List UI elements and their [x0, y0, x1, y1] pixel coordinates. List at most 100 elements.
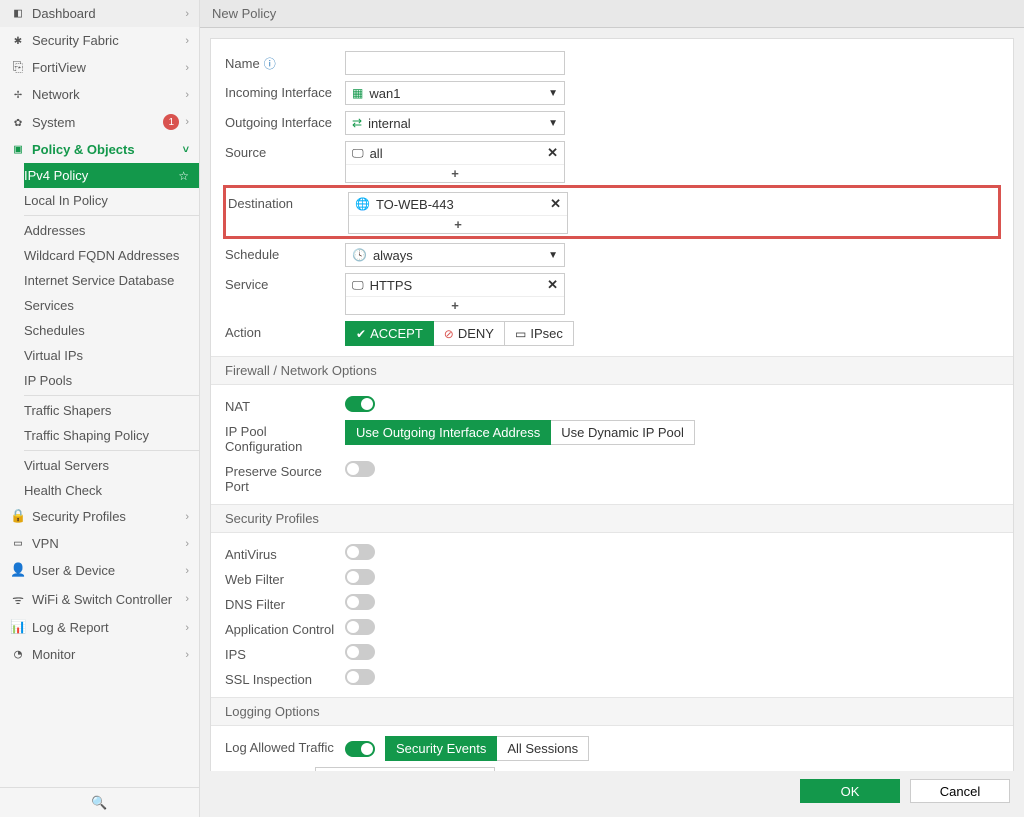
- sidebar-sub-vip[interactable]: Virtual IPs: [24, 343, 199, 368]
- ips-label: IPS: [225, 643, 345, 662]
- fortiview-icon: ⎘: [10, 60, 26, 75]
- dnsfilter-toggle[interactable]: [345, 594, 375, 610]
- globe-icon: 🌐: [355, 197, 370, 211]
- lock-icon: 🔒: [10, 509, 26, 524]
- footer: OK Cancel: [200, 771, 1024, 817]
- ips-toggle[interactable]: [345, 644, 375, 660]
- add-service-button[interactable]: +: [346, 296, 564, 314]
- monitor-icon: ◔: [10, 647, 26, 662]
- chevron-right-icon: ›: [185, 538, 189, 550]
- check-icon: ✔: [356, 327, 366, 341]
- source-multiselect[interactable]: 🖵all✕+: [345, 141, 565, 183]
- sidebar-sub-local-in[interactable]: Local In Policy: [24, 188, 199, 213]
- chevron-right-icon: ›: [185, 62, 189, 74]
- action-label: Action: [225, 321, 345, 340]
- remove-icon[interactable]: ✕: [547, 145, 558, 161]
- interface-icon: ⇄: [352, 116, 362, 130]
- sidebar-item-system[interactable]: ✿System1›: [0, 108, 199, 136]
- antivirus-toggle[interactable]: [345, 544, 375, 560]
- sidebar-sub-services[interactable]: Services: [24, 293, 199, 318]
- search-icon: 🔍: [91, 795, 107, 810]
- preserve-port-toggle[interactable]: [345, 461, 375, 477]
- cancel-button[interactable]: Cancel: [910, 779, 1010, 803]
- chevron-down-icon: ˅: [183, 144, 189, 156]
- ssl-label: SSL Inspection: [225, 668, 345, 687]
- info-icon[interactable]: ⓘ: [264, 57, 276, 71]
- sidebar-search[interactable]: 🔍: [0, 787, 199, 817]
- sidebar-sub-schedules[interactable]: Schedules: [24, 318, 199, 343]
- vpn-icon: ▭: [10, 536, 26, 551]
- section-profiles: Security Profiles: [211, 504, 1013, 533]
- incoming-interface-select[interactable]: ▦wan1▼: [345, 81, 565, 105]
- outgoing-label: Outgoing Interface: [225, 111, 345, 130]
- sidebar-item-network[interactable]: ✢Network›: [0, 81, 199, 108]
- log-allowed-toggle[interactable]: [345, 741, 375, 757]
- webfilter-toggle[interactable]: [345, 569, 375, 585]
- action-ipsec-button[interactable]: ▭IPsec: [505, 321, 574, 346]
- log-all-button[interactable]: All Sessions: [497, 736, 589, 761]
- star-icon[interactable]: ☆: [178, 169, 189, 183]
- outgoing-interface-select[interactable]: ⇄internal▼: [345, 111, 565, 135]
- section-firewall: Firewall / Network Options: [211, 356, 1013, 385]
- appcontrol-toggle[interactable]: [345, 619, 375, 635]
- chevron-right-icon: ›: [185, 622, 189, 634]
- ssl-toggle[interactable]: [345, 669, 375, 685]
- sidebar-sub-vservers[interactable]: Virtual Servers: [24, 453, 199, 478]
- wf-label: Web Filter: [225, 568, 345, 587]
- chevron-right-icon: ›: [185, 565, 189, 577]
- preserve-label: Preserve Source Port: [225, 460, 345, 494]
- sidebar-item-user-device[interactable]: 👤User & Device›: [0, 557, 199, 584]
- sidebar-item-policy-objects[interactable]: ▣Policy & Objects˅: [0, 136, 199, 163]
- nat-toggle[interactable]: [345, 396, 375, 412]
- sidebar-item-vpn[interactable]: ▭VPN›: [0, 530, 199, 557]
- ippool-dynamic-button[interactable]: Use Dynamic IP Pool: [551, 420, 695, 445]
- sidebar-item-security-fabric[interactable]: ✱Security Fabric›: [0, 27, 199, 54]
- chevron-right-icon: ›: [185, 593, 189, 605]
- add-source-button[interactable]: +: [346, 164, 564, 182]
- log-allowed-label: Log Allowed Traffic: [225, 736, 345, 755]
- section-logging: Logging Options: [211, 697, 1013, 726]
- sidebar-item-dashboard[interactable]: ◧Dashboard›: [0, 0, 199, 27]
- sidebar-sub-wildcard[interactable]: Wildcard FQDN Addresses: [24, 243, 199, 268]
- remove-icon[interactable]: ✕: [550, 196, 561, 212]
- sidebar-item-security-profiles[interactable]: 🔒Security Profiles›: [0, 503, 199, 530]
- sidebar-sub-ipv4-policy[interactable]: IPv4 Policy☆: [24, 163, 199, 188]
- ippool-segment: Use Outgoing Interface AddressUse Dynami…: [345, 420, 695, 445]
- destination-multiselect[interactable]: 🌐TO-WEB-443✕+: [348, 192, 568, 234]
- ippool-outgoing-button[interactable]: Use Outgoing Interface Address: [345, 420, 551, 445]
- log-security-button[interactable]: Security Events: [385, 736, 497, 761]
- schedule-select[interactable]: 🕓always▼: [345, 243, 565, 267]
- sidebar-sub-health[interactable]: Health Check: [24, 478, 199, 503]
- remove-icon[interactable]: ✕: [547, 277, 558, 293]
- action-accept-button[interactable]: ✔ACCEPT: [345, 321, 434, 346]
- name-input[interactable]: [345, 51, 565, 75]
- network-icon: ✢: [10, 87, 26, 102]
- sidebar-item-fortiview[interactable]: ⎘FortiView›: [0, 54, 199, 81]
- sidebar-sub-ippools[interactable]: IP Pools: [24, 368, 199, 393]
- ippool-label: IP Pool Configuration: [225, 420, 345, 454]
- dns-label: DNS Filter: [225, 593, 345, 612]
- alert-badge: 1: [163, 114, 179, 130]
- caret-down-icon: ▼: [548, 118, 558, 129]
- ok-button[interactable]: OK: [800, 779, 900, 803]
- policy-icon: ▣: [10, 142, 26, 157]
- destination-highlight: Destination🌐TO-WEB-443✕+: [223, 185, 1001, 239]
- sidebar-submenu: IPv4 Policy☆ Local In Policy Addresses W…: [0, 163, 199, 503]
- add-destination-button[interactable]: +: [349, 215, 567, 233]
- ipsec-icon: ▭: [515, 327, 526, 341]
- sidebar-sub-shapers[interactable]: Traffic Shapers: [24, 398, 199, 423]
- chevron-right-icon: ›: [185, 8, 189, 20]
- sidebar-sub-isd[interactable]: Internet Service Database: [24, 268, 199, 293]
- action-deny-button[interactable]: ⊘DENY: [434, 321, 505, 346]
- dashboard-icon: ◧: [10, 6, 26, 21]
- sidebar-item-monitor[interactable]: ◔Monitor›: [0, 641, 199, 668]
- sidebar-sub-shaping-policy[interactable]: Traffic Shaping Policy: [24, 423, 199, 448]
- caret-down-icon: ▼: [548, 88, 558, 99]
- service-multiselect[interactable]: 🖵HTTPS✕+: [345, 273, 565, 315]
- sidebar-item-wifi[interactable]: ᯤWiFi & Switch Controller›: [0, 584, 199, 614]
- chevron-right-icon: ›: [185, 649, 189, 661]
- sidebar-item-log-report[interactable]: 📊Log & Report›: [0, 614, 199, 641]
- sidebar-sub-addresses[interactable]: Addresses: [24, 218, 199, 243]
- service-icon: 🖵: [352, 278, 364, 293]
- chevron-right-icon: ›: [185, 511, 189, 523]
